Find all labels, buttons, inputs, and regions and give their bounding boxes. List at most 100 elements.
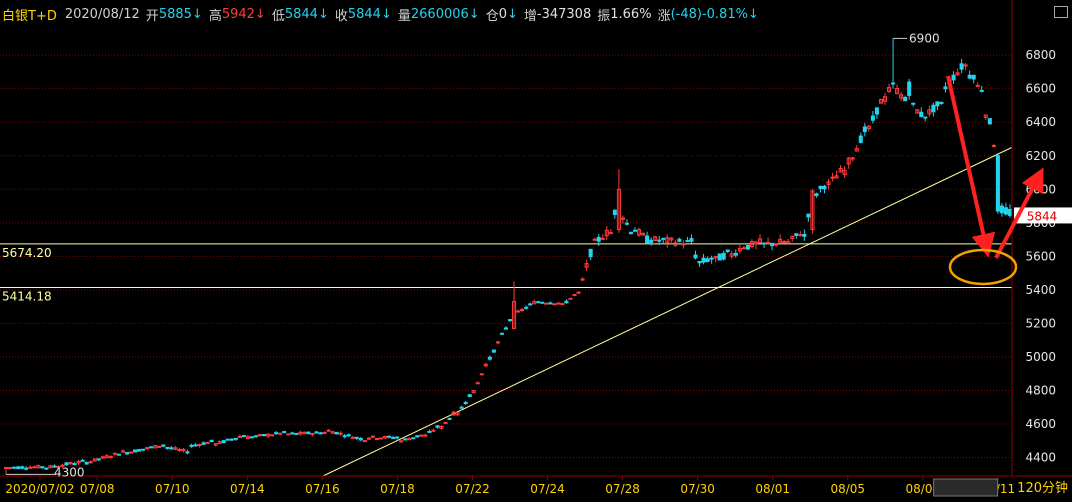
candle-down (294, 432, 299, 435)
candle-down (528, 303, 533, 306)
candle-down (943, 86, 948, 90)
candle-up (576, 291, 581, 294)
candle-down (253, 435, 259, 438)
candle-up (8, 467, 13, 470)
candle-down (959, 63, 964, 70)
candle-down (282, 431, 287, 434)
x-tick-label: 07/22 (455, 482, 490, 496)
candle-up (580, 278, 585, 281)
candle-down (84, 461, 89, 465)
candle-up (197, 444, 202, 447)
candle-down (334, 431, 339, 435)
y-tick-label: 6600 (1025, 82, 1056, 96)
candle-up (608, 232, 613, 235)
candle-up (3, 466, 9, 469)
candle-up (366, 437, 371, 440)
candle-down (806, 213, 811, 218)
candle-down (705, 258, 710, 263)
candle-down (80, 459, 85, 462)
close-value: 5844 (347, 6, 381, 22)
symbol-name[interactable]: 白银T+D (2, 5, 57, 24)
chart-canvas[interactable]: 5674.20 5414.18 4400 4600 4800 5000 5200 5400 5… (0, 0, 1072, 498)
candle-down (395, 436, 400, 439)
candle-up (423, 434, 428, 437)
candle-down (818, 185, 823, 189)
candle-down (189, 444, 194, 447)
candle-up (830, 176, 835, 179)
trend-line (322, 146, 1013, 477)
kline-chart[interactable]: 5674.20 5414.18 4400 4600 4800 5000 5200 5400 5… (0, 0, 1072, 498)
candle-down (507, 319, 513, 322)
maximize-icon[interactable] (1054, 6, 1068, 18)
candle-down (403, 438, 408, 441)
candle-down (967, 74, 972, 79)
candle-down (387, 435, 392, 438)
candle-down (971, 74, 976, 80)
annotations: 6900 4300 5844 (6, 31, 1072, 479)
candle-up (495, 341, 500, 344)
y-tick-label: 5000 (1025, 350, 1056, 364)
candle-down (693, 254, 698, 259)
candle-up (326, 429, 331, 432)
candle-down (870, 115, 875, 121)
trend-line-segment (322, 146, 1013, 477)
candle-up (774, 243, 779, 246)
candle-up (205, 441, 210, 444)
arrow-down-icon: ↓ (468, 6, 480, 22)
candle-down (717, 253, 722, 261)
candle-down (802, 233, 807, 237)
change-value: (-48)-0.81% (670, 6, 748, 22)
candle-down (564, 300, 569, 304)
candle-up (257, 434, 263, 437)
low-value: 5844 (284, 6, 318, 22)
period-label[interactable]: 120分钟 (1017, 477, 1068, 496)
candle-up (782, 241, 787, 244)
candle-down (931, 104, 936, 113)
arrow-down-icon: ↓ (747, 6, 759, 22)
candle-down (358, 437, 363, 441)
last-price-label: 5844 (1027, 209, 1058, 223)
candle-down (814, 193, 819, 197)
candle-down (596, 236, 601, 242)
candle-down (290, 432, 295, 435)
candle-down (262, 434, 267, 437)
candle-down (524, 306, 529, 309)
candle-down (415, 435, 420, 438)
position-value: 0 (498, 6, 507, 22)
candle-down (503, 327, 509, 330)
candle-up (991, 145, 996, 148)
candle-down (919, 111, 924, 118)
candle-down (185, 451, 190, 454)
candle-down (632, 229, 638, 232)
candle-down (624, 222, 629, 225)
candle-down (447, 418, 452, 421)
candle-up (145, 447, 150, 450)
candle-down (427, 430, 432, 433)
candle-down (951, 74, 956, 81)
x-tick-label: 07/28 (605, 482, 640, 496)
candle-down (745, 244, 750, 250)
candle-up (568, 297, 573, 300)
candle-down (612, 209, 617, 215)
x-tick-label: 07/10 (155, 482, 190, 496)
open-label: 开 (145, 8, 159, 24)
candle-up (798, 234, 803, 237)
candle-down (685, 240, 690, 243)
candle-down (318, 432, 323, 435)
candle-up (600, 237, 605, 240)
change-label: 涨 (657, 8, 671, 24)
x-tick-label: 07/08 (80, 482, 115, 496)
y-tick-label: 5400 (1025, 283, 1056, 297)
candle-up (322, 432, 327, 435)
candle-down (391, 437, 396, 440)
candle-down (628, 231, 634, 235)
candle-up (516, 310, 521, 313)
candle-down (995, 155, 1000, 212)
candle-down (169, 447, 174, 450)
candle-up (431, 429, 436, 432)
candle-up (128, 451, 134, 454)
grid-lines (0, 54, 1012, 459)
candle-up (108, 456, 113, 459)
arrow-down-icon: ↓ (506, 6, 518, 22)
candle-down (459, 406, 464, 409)
